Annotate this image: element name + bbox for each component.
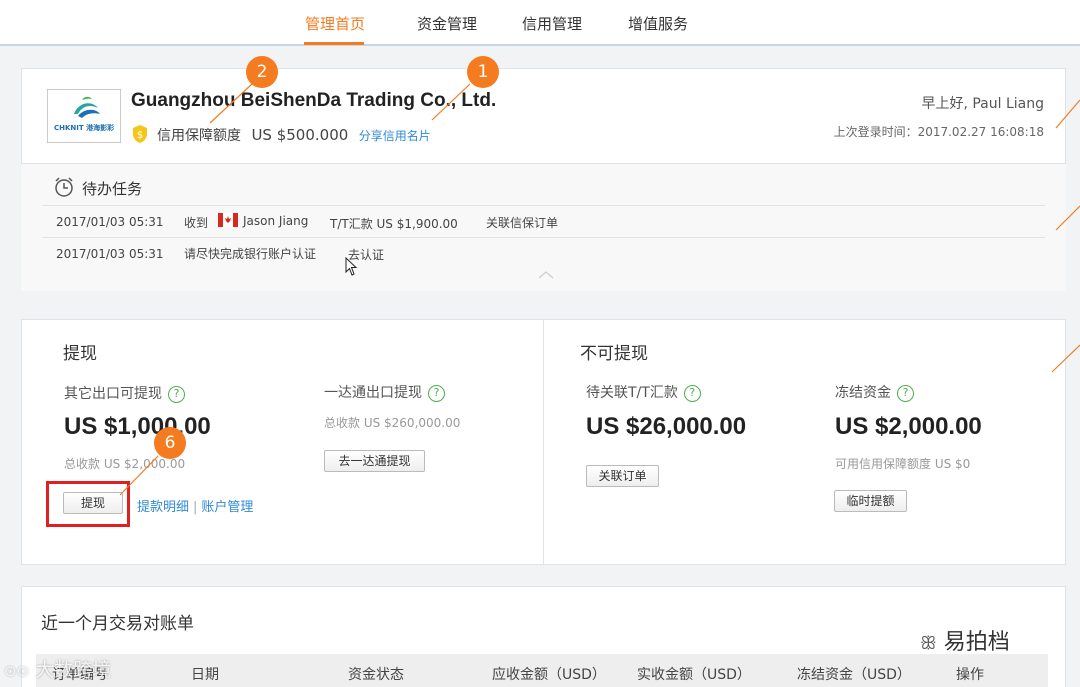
annotation-lines xyxy=(119,83,1080,496)
callout-badge: 2 xyxy=(246,56,278,88)
callout-badge: 6 xyxy=(154,427,186,459)
callout-badge: 1 xyxy=(467,56,499,88)
